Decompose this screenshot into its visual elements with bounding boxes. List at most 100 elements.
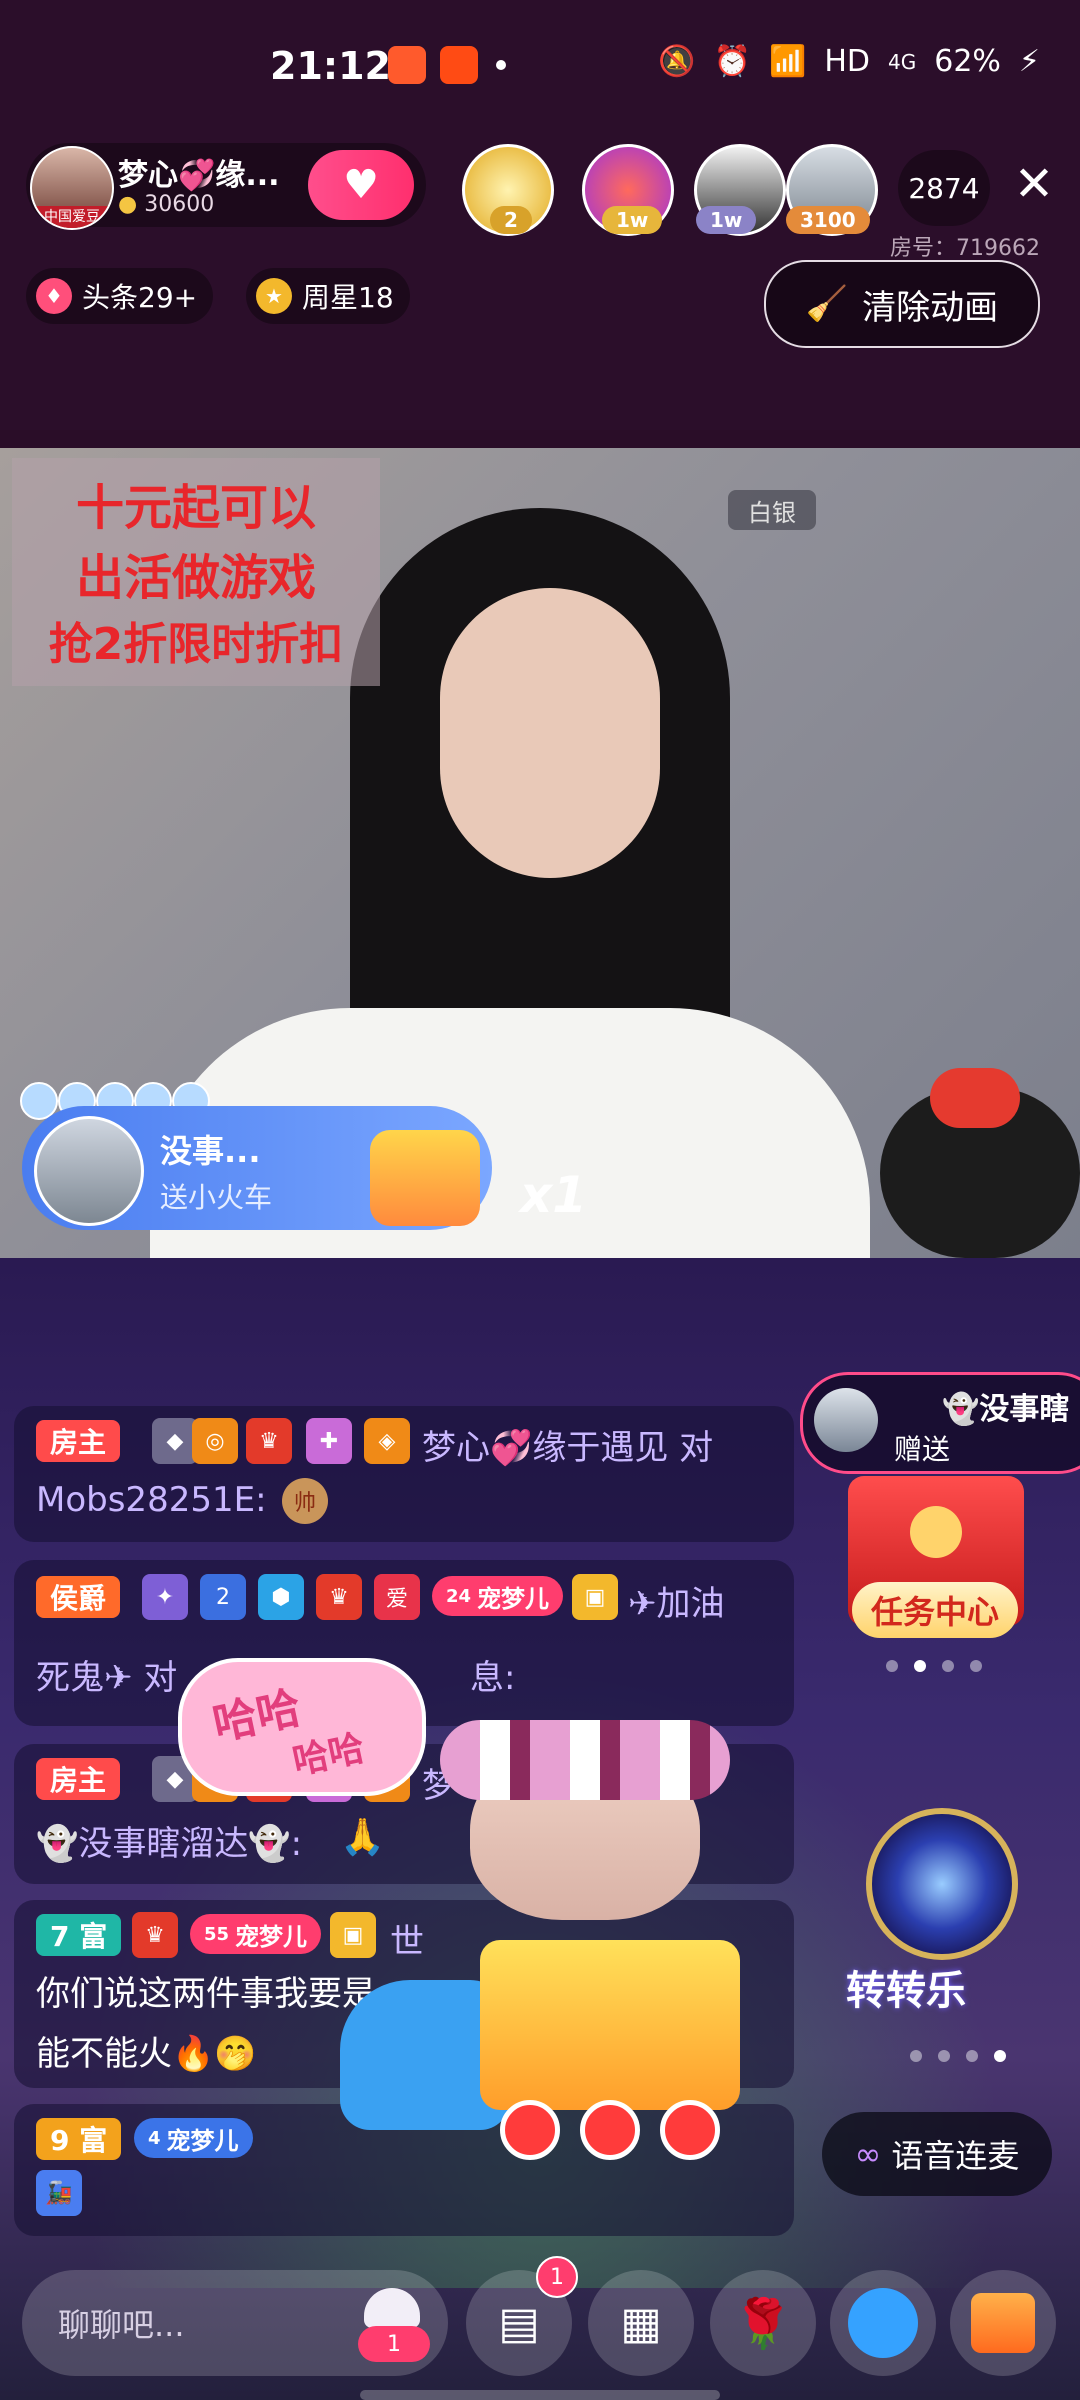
gift-sender-avatar (34, 1116, 144, 1226)
host-avatar[interactable]: 中国爱豆 (30, 146, 114, 230)
pet-level: 4 (148, 2127, 161, 2149)
weekly-star-label: 周星18 (302, 281, 394, 314)
emoji-sticker: 帅 (282, 1478, 328, 1524)
carousel-dot (910, 2050, 922, 2062)
shield-medal-icon: ◈ (364, 1418, 410, 1464)
mute-icon: 🔕 (658, 44, 696, 79)
carousel-dot-active (914, 1660, 926, 1672)
clear-animation-label: 清除动画 (862, 287, 999, 328)
game-button[interactable] (830, 2270, 936, 2376)
coin-icon: ● (118, 192, 138, 217)
grid-icon: ▦ (620, 2297, 662, 2349)
star-icon: ★ (256, 278, 292, 314)
chat-text: 死鬼✈ 对 (36, 1658, 178, 1698)
chat-text: ✈加油 (628, 1584, 725, 1624)
weekly-star-pill[interactable]: ★ 周星18 (246, 268, 410, 324)
gift-box-icon (971, 2293, 1035, 2353)
carousel-dot (966, 2050, 978, 2062)
rank-medal-icon: ✦ (142, 1574, 188, 1620)
lucky-wheel-label[interactable]: 转转乐 (846, 1958, 966, 2016)
red-envelope-seal (910, 1506, 962, 1558)
jester-hat (440, 1720, 730, 1800)
train-wheel (500, 2100, 560, 2160)
taobao-notification-icon (440, 46, 478, 84)
crown-medal-icon: ♛ (246, 1418, 292, 1464)
rank-badge-label: 白银 (748, 498, 796, 527)
wifi-icon: 📶 (768, 44, 807, 79)
chat-text: 你们说这两件事我要是 (36, 1974, 376, 2014)
gift-action: 送小火车 (160, 1181, 273, 1214)
chat-text: 梦心💞缘于遇见 对 (422, 1428, 714, 1468)
viewer-badge-1: 2 (490, 206, 532, 234)
pet-badge: 55 宠梦儿 (190, 1914, 322, 1954)
side-gift-action: 赠送 (894, 1433, 951, 1466)
network-label: HD (824, 44, 870, 79)
chat-text: Mobs28251E: (36, 1480, 267, 1520)
toy-train-animation (340, 1900, 760, 2160)
flame-icon: ♦ (36, 278, 72, 314)
rose-icon: 🌹 (733, 2295, 793, 2352)
rose-gift-button[interactable]: 🌹 (710, 2270, 816, 2376)
viewer-badge-4: 3100 (786, 206, 870, 234)
carousel-dot (970, 1660, 982, 1672)
room-number: 房号：719662 (890, 236, 1040, 261)
host-tag: 房主 (36, 1758, 121, 1800)
clear-animation-button[interactable]: 🧹 清除动画 (764, 260, 1040, 348)
host-avatar-tag: 中国爱豆 (32, 206, 112, 228)
pet-badge: 24 宠梦儿 (432, 1576, 564, 1616)
heart-plus-icon: ♥ (343, 162, 379, 208)
promo-line-3: 抢2折限时折扣 (48, 619, 344, 670)
emoji-sticker: 🙏 (340, 1817, 385, 1858)
viewer-count[interactable]: 2874 (898, 150, 990, 226)
chat-text: 👻没事瞎溜达👻: (36, 1824, 303, 1864)
gift-button[interactable] (950, 2270, 1056, 2376)
rank-badge: 白银 (728, 490, 816, 530)
jester-character (440, 1720, 730, 1920)
carousel-dot-active (994, 2050, 1006, 2062)
host-tag: 房主 (36, 1420, 121, 1462)
pet-badge: 4 宠梦儿 (134, 2118, 253, 2158)
charging-icon: ⚡ (1018, 44, 1040, 79)
gold-medal-icon: ◎ (192, 1418, 238, 1464)
promo-line-2: 出活做游戏 (75, 550, 316, 606)
lucky-wheel-icon[interactable] (866, 1808, 1018, 1960)
wealth-tag: 9 富 (36, 2118, 122, 2160)
viewer-badge-3: 1w (696, 206, 757, 234)
voice-link-label: 语音连麦 (891, 2137, 1020, 2175)
follow-button[interactable]: ♥ (308, 150, 414, 220)
cube-medal-icon: ⬢ (258, 1574, 304, 1620)
pet-name: 宠梦儿 (477, 1584, 550, 1613)
app-notification-icon (388, 46, 426, 84)
gift-count: x1 (520, 1166, 588, 1224)
side-gift-avatar (814, 1388, 878, 1452)
home-indicator[interactable] (360, 2390, 720, 2400)
close-icon[interactable]: ✕ (1010, 160, 1058, 208)
broom-icon: 🧹 (805, 284, 849, 324)
crown-medal-icon: ♛ (316, 1574, 362, 1620)
train-car (480, 1940, 740, 2110)
status-icons: 🔕 ⏰ 📶 HD 4G 62% ⚡ (658, 44, 1040, 79)
promo-text-box: 十元起可以 出活做游戏 抢2折限时折扣 (12, 458, 380, 686)
status-time: 21:12 (270, 44, 391, 88)
crown-medal-icon: ♛ (132, 1912, 178, 1958)
battery-label: 62% (934, 44, 1001, 79)
gift-sender-name: 没事... (160, 1132, 261, 1170)
pet-level: 24 (446, 1585, 472, 1607)
pet-name: 宠梦儿 (235, 1922, 308, 1951)
marquis-tag: 侯爵 (36, 1576, 121, 1618)
task-center-button[interactable]: 任务中心 (852, 1582, 1018, 1638)
wealth-tag: 7 富 (36, 1914, 122, 1956)
headline-pill[interactable]: ♦ 头条29+ (26, 268, 214, 324)
more-notifications-dot (496, 60, 506, 70)
user-card-icon: ▣ (572, 1574, 618, 1620)
host-name: 梦心💞缘... (118, 158, 280, 193)
voice-link-button[interactable]: ∞ 语音连麦 (822, 2112, 1052, 2196)
chat-text: 能不能火🔥🤭 (36, 2034, 257, 2074)
train-wheel (580, 2100, 640, 2160)
more-apps-button[interactable]: ▦ (588, 2270, 694, 2376)
level-medal-icon: 2 (200, 1574, 246, 1620)
carousel-dot (938, 2050, 950, 2062)
guardian-medal-icon: ✚ (306, 1418, 352, 1464)
carousel-dot (942, 1660, 954, 1672)
alarm-icon: ⏰ (713, 44, 751, 79)
